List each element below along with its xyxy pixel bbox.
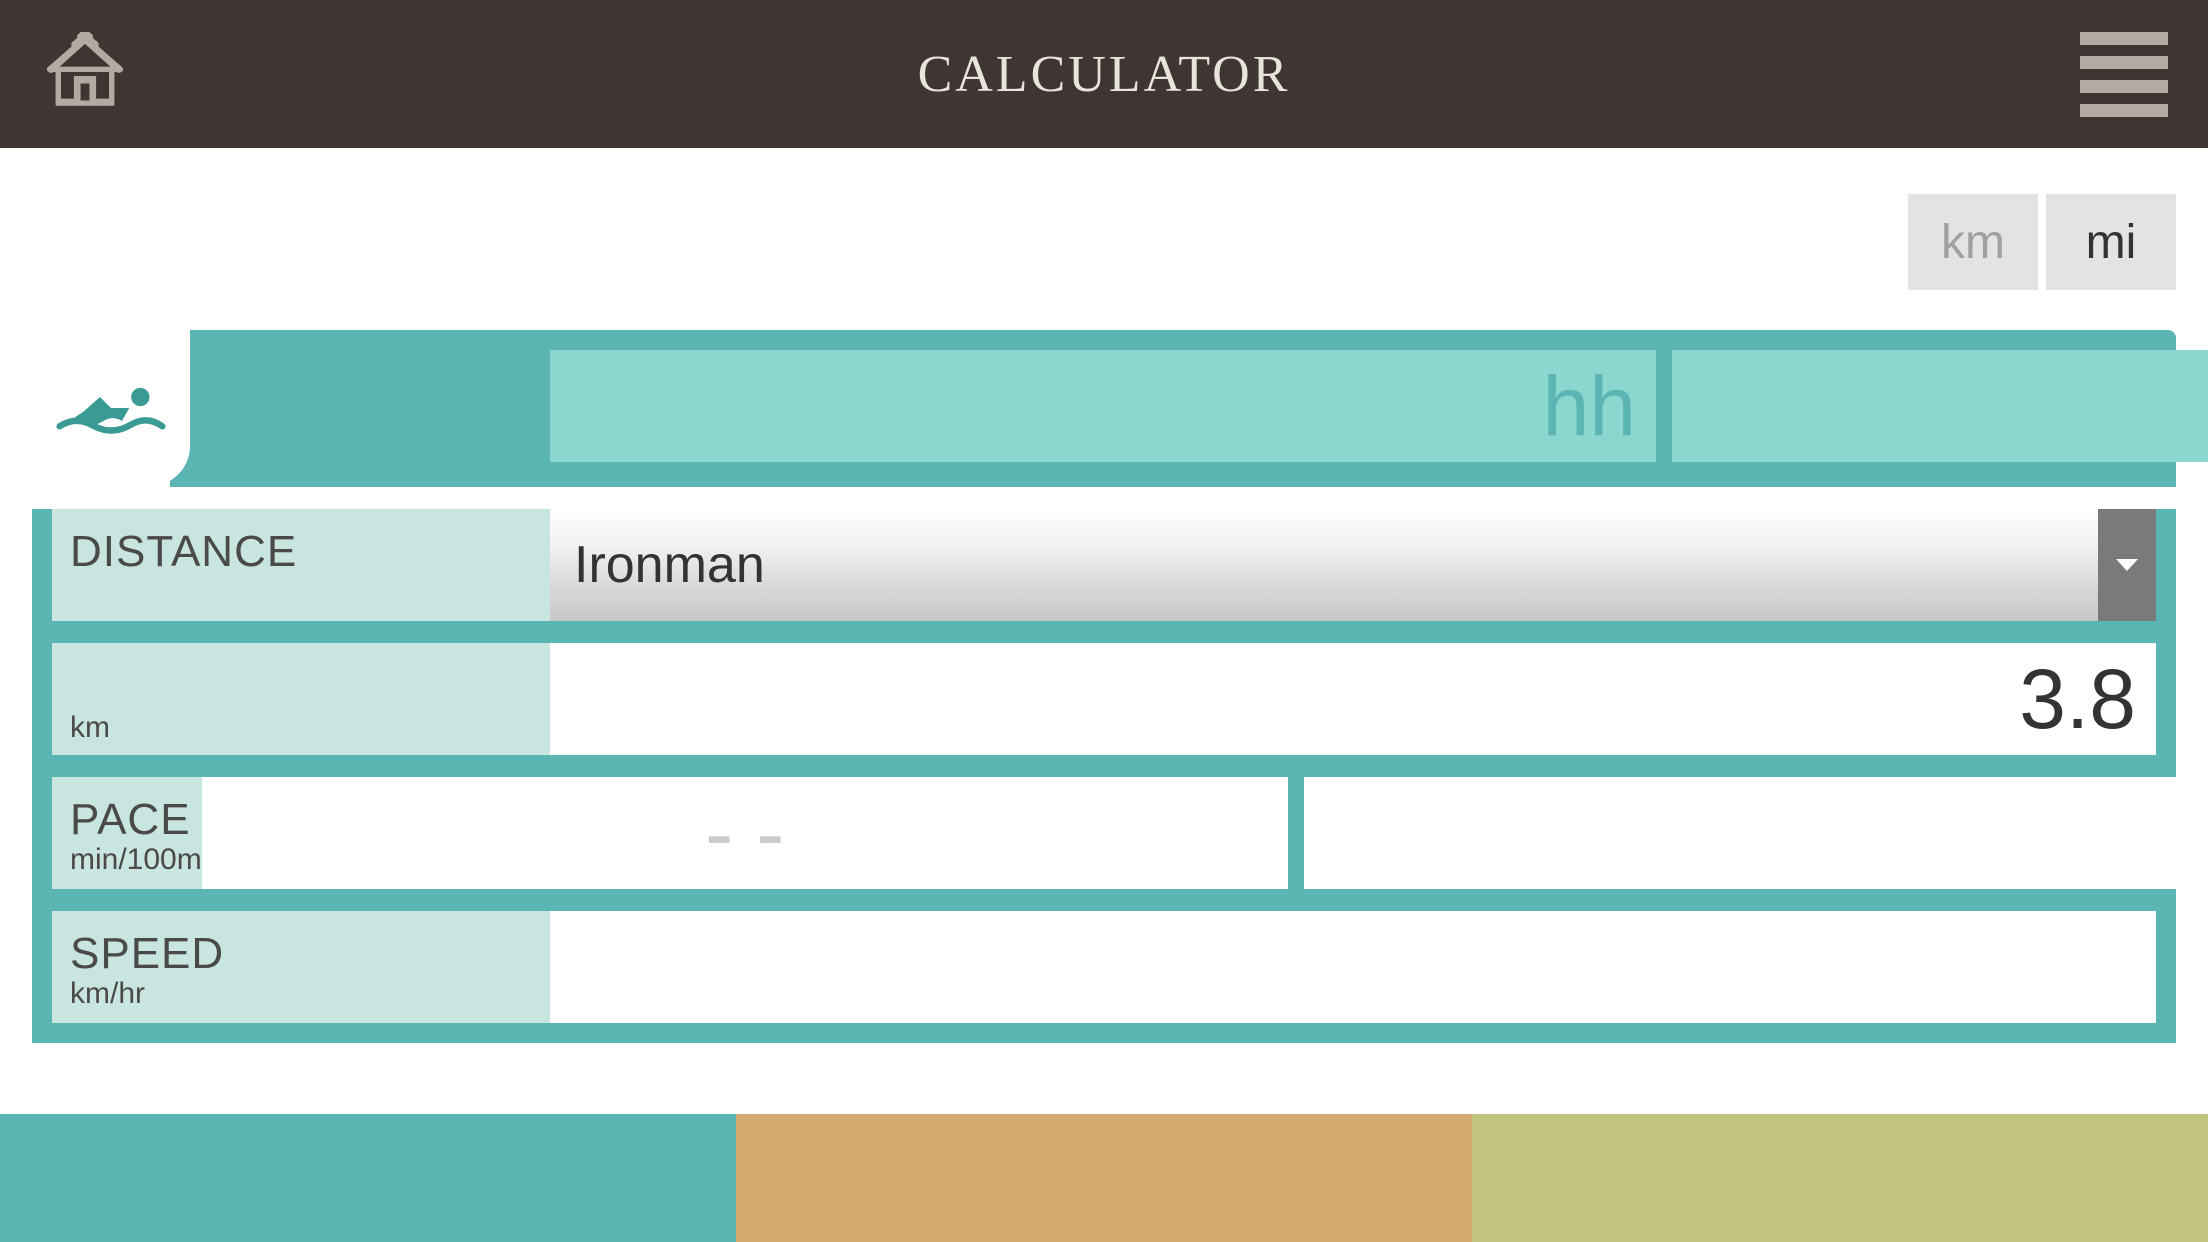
pace-row: PACE min/100m [52,777,2156,889]
speed-label-text: SPEED [70,929,550,979]
rows-container: DISTANCE Ironman km PACE [32,509,2176,1043]
dropdown-value: Ironman [550,509,2098,621]
pace-label-text: PACE [70,795,202,845]
pace-sublabel-text: min/100m [70,843,202,877]
calculator-panel: DISTANCE Ironman km PACE [32,330,2176,1043]
speed-label: SPEED km/hr [52,911,550,1023]
pace-label: PACE min/100m [52,777,202,889]
bottom-segment-bike[interactable] [736,1114,1472,1242]
page-title: CALCULATOR [918,45,1291,104]
pace-mm-input[interactable] [1304,777,2208,889]
swimmer-icon [56,378,166,438]
bottom-bar [0,1114,2208,1242]
distance-unit-text: km [70,711,550,745]
distance-label-text: DISTANCE [70,527,550,577]
minutes-input[interactable] [1672,350,2208,462]
distance-dropdown[interactable]: Ironman [550,509,2156,621]
distance-value-row: km [52,643,2156,755]
chevron-down-icon [2098,509,2156,621]
distance-unit-label: km [52,643,550,755]
bottom-segment-run[interactable] [1472,1114,2208,1242]
pace-dash-input[interactable] [202,777,1288,889]
unit-mi-button[interactable]: mi [2046,194,2176,290]
distance-row: DISTANCE Ironman [52,509,2156,621]
distance-label: DISTANCE [52,509,550,621]
time-section [170,330,2176,487]
home-icon[interactable] [40,32,130,117]
menu-icon[interactable] [2080,32,2168,117]
header: CALCULATOR [0,0,2208,148]
bottom-segment-swim[interactable] [0,1114,736,1242]
hours-input[interactable] [550,350,1656,462]
unit-toggle: km mi [0,148,2208,330]
swim-tab[interactable] [32,330,190,486]
unit-km-button[interactable]: km [1908,194,2038,290]
speed-input[interactable] [550,911,2156,1023]
distance-value-input[interactable] [550,643,2156,755]
speed-sublabel-text: km/hr [70,977,550,1011]
speed-row: SPEED km/hr [52,911,2156,1023]
